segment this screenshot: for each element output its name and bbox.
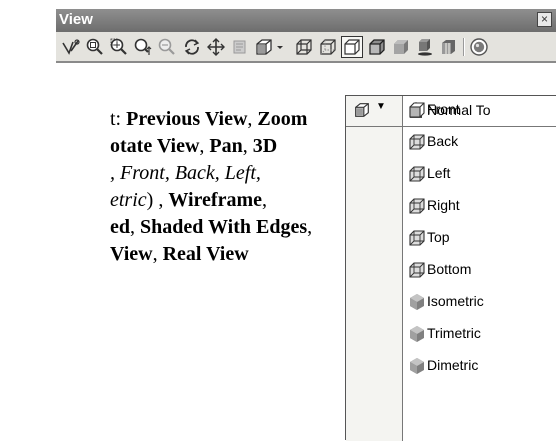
body-line-6: View, Real View [110,243,249,265]
pan-button[interactable] [206,37,226,57]
bottom-view-icon [408,261,426,279]
toolbar-separator [463,38,465,56]
trimetric-view-icon [408,325,426,343]
right-view-icon [408,197,426,215]
shaded-with-edges-icon [369,39,385,55]
standard-views-button[interactable] [254,37,274,57]
zoom-to-selection-button[interactable] [157,37,177,57]
orientation-item-label: Bottom [427,261,472,277]
back-view-icon [408,133,426,151]
previous-view-button[interactable] [61,37,81,57]
hidden-lines-removed-icon [344,39,360,55]
dropdown-toggle[interactable] [353,101,371,119]
standard-views-icon [256,39,272,55]
roll-view-icon [233,40,246,54]
zoom-to-selection-icon [158,38,175,55]
orientation-item-label: Dimetric [427,357,479,373]
realview-graphics-icon [470,38,488,56]
top-view-icon [408,229,426,247]
body-paragraph: t: Previous View, Zoom otate View, Pan, … [110,106,325,268]
hidden-lines-visible-icon [320,39,336,55]
orientation-item-front[interactable]: Front [408,99,553,123]
orientation-item-label: Front [427,101,460,117]
hidden-lines-visible-button[interactable] [318,37,338,57]
wireframe-button[interactable] [294,37,314,57]
shaded-icon [394,40,408,54]
body-line-3: , Front, Back, Left, [110,162,261,184]
view-toolstrip [56,32,556,63]
zoom-in-out-button[interactable] [133,37,153,57]
orientation-item-label: Top [427,229,450,245]
standard-views-icon [355,103,369,117]
body-line-2: otate View, Pan, 3D [110,135,278,157]
standard-views-arrow[interactable] [275,37,285,57]
dimetric-view-icon [408,357,426,375]
orientation-item-right[interactable]: Right [408,195,553,219]
shadows-in-shaded-mode-icon [418,39,432,56]
zoom-in-out-icon [134,38,152,55]
view-toolbar-title: View [59,11,93,28]
close-button[interactable]: × [537,12,552,27]
orientation-item-bottom[interactable]: Bottom [408,259,553,283]
section-view-button[interactable] [439,37,459,57]
orientation-item-label: Right [427,197,460,213]
shadows-button[interactable] [415,37,435,57]
body-line-4: etric) , Wireframe, [110,189,267,211]
chevron-down-icon[interactable]: ▼ [376,101,386,112]
orientation-item-label: Left [427,165,451,181]
zoom-to-area-button[interactable] [109,37,129,57]
rotate-view-button[interactable] [182,37,202,57]
orientation-item-trimetric[interactable]: Trimetric [408,323,553,347]
pan-icon [207,38,225,56]
realview-graphics-button[interactable] [469,37,489,57]
hidden-lines-removed-button[interactable] [341,36,363,58]
zoom-to-fit-button[interactable] [85,37,105,57]
left-view-icon [408,165,426,183]
rotate-view-icon [184,39,200,55]
previous-view-icon [62,39,80,55]
orientation-item-dimetric[interactable]: Dimetric [408,355,553,379]
orientation-item-left[interactable]: Left [408,163,553,187]
shaded-button[interactable] [391,37,411,57]
chevron-down-icon [277,46,283,49]
view-orientation-dropdown: ▼ Normal To Front Back Left Right Top Bottom I… [345,95,556,441]
body-line-1: t: Previous View, Zoom [110,108,308,130]
dropdown-icon-strip [346,96,403,441]
zoom-to-area-icon [110,38,127,55]
view-toolbar-window: View × [56,9,556,63]
orientation-item-back[interactable]: Back [408,131,553,155]
orientation-item-label: Trimetric [427,325,481,341]
view-toolbar-titlebar[interactable]: View × [56,9,556,32]
section-view-icon [442,40,455,54]
orientation-item-label: Isometric [427,293,484,309]
body-line-5: ed, Shaded With Edges, [110,216,313,238]
front-view-icon [408,101,426,119]
orientation-item-isometric[interactable]: Isometric [408,291,553,315]
orientation-item-label: Back [427,133,459,149]
wireframe-icon [296,39,312,55]
isometric-view-icon [408,293,426,311]
orientation-item-top[interactable]: Top [408,227,553,251]
zoom-to-fit-icon [86,38,103,55]
shaded-with-edges-button[interactable] [367,37,387,57]
roll-view-button[interactable] [230,37,250,57]
